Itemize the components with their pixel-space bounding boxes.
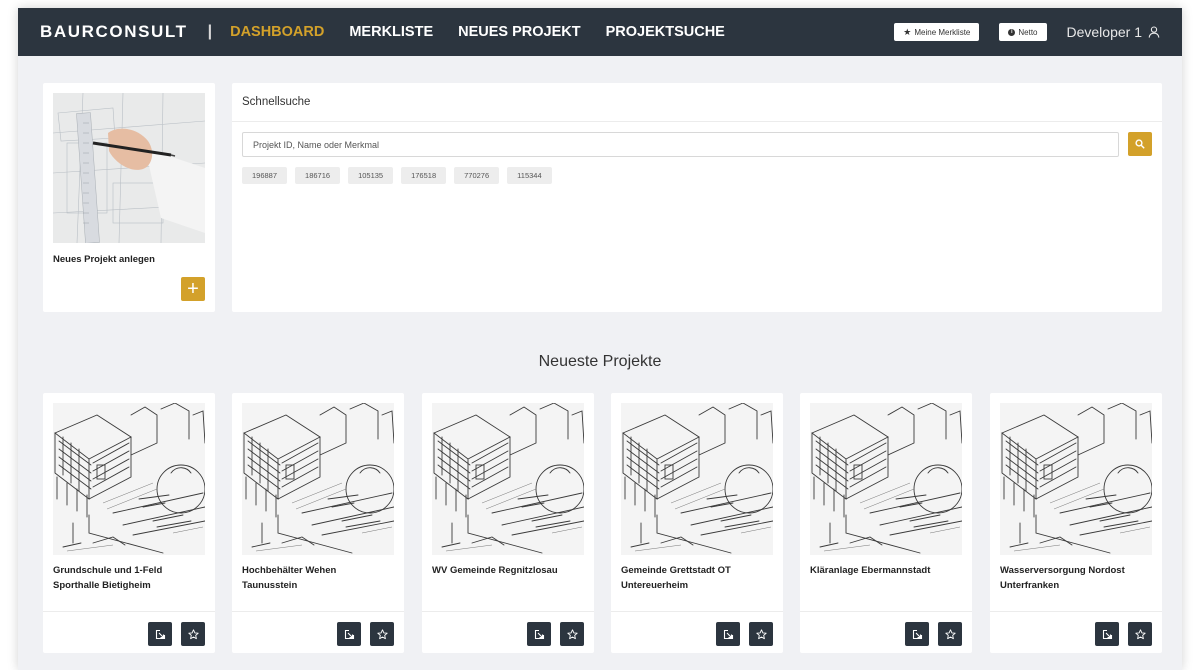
star-outline-icon bbox=[755, 628, 767, 639]
project-card-footer bbox=[800, 611, 972, 653]
new-project-label: Neues Projekt anlegen bbox=[53, 254, 155, 265]
project-image bbox=[621, 403, 773, 555]
project-card-footer bbox=[232, 611, 404, 653]
project-card[interactable]: Grundschule und 1-Feld Sporthalle Bietig… bbox=[43, 393, 215, 653]
open-external-icon bbox=[912, 629, 922, 639]
search-button[interactable] bbox=[1128, 132, 1152, 156]
nav-merkliste[interactable]: MERKLISTE bbox=[349, 24, 433, 40]
project-name[interactable]: Gemeinde Grettstadt OT Untereuerheim bbox=[621, 563, 773, 593]
recent-id-chip[interactable]: 186716 bbox=[295, 167, 341, 184]
nav-neues-projekt[interactable]: NEUES PROJEKT bbox=[458, 24, 580, 40]
user-icon bbox=[1148, 26, 1160, 38]
open-project-button[interactable] bbox=[1095, 622, 1119, 646]
project-card[interactable]: Hochbehälter Wehen Taunusstein bbox=[232, 393, 404, 653]
open-external-icon bbox=[155, 629, 165, 639]
project-image bbox=[432, 403, 584, 555]
favorite-project-button[interactable] bbox=[1128, 622, 1152, 646]
project-name[interactable]: Grundschule und 1-Feld Sporthalle Bietig… bbox=[53, 563, 205, 593]
project-name[interactable]: Kläranlage Ebermannstadt bbox=[810, 563, 962, 578]
star-outline-icon bbox=[944, 628, 956, 639]
open-project-button[interactable] bbox=[527, 622, 551, 646]
project-card[interactable]: Kläranlage Ebermannstadt bbox=[800, 393, 972, 653]
brand-separator: | bbox=[207, 23, 213, 40]
search-icon bbox=[1135, 139, 1145, 149]
project-name[interactable]: Hochbehälter Wehen Taunusstein bbox=[242, 563, 394, 593]
open-external-icon bbox=[723, 629, 733, 639]
recent-id-chip[interactable]: 115344 bbox=[507, 167, 552, 184]
nav-dashboard[interactable]: DASHBOARD bbox=[230, 24, 324, 40]
star-icon: ★ bbox=[903, 26, 912, 37]
star-outline-icon bbox=[376, 628, 388, 639]
netto-button[interactable]: i Netto bbox=[999, 23, 1047, 41]
project-card-footer bbox=[43, 611, 215, 653]
quick-search-input[interactable] bbox=[242, 132, 1119, 157]
top-navbar: BAURCONSULT | DASHBOARD MERKLISTE NEUES … bbox=[18, 8, 1182, 56]
star-outline-icon bbox=[187, 628, 199, 639]
project-card[interactable]: Gemeinde Grettstadt OT Untereuerheim bbox=[611, 393, 783, 653]
star-outline-icon bbox=[1134, 628, 1146, 639]
app-window: BAURCONSULT | DASHBOARD MERKLISTE NEUES … bbox=[18, 8, 1182, 670]
new-project-card: Neues Projekt anlegen + bbox=[43, 83, 215, 312]
star-outline-icon bbox=[566, 628, 578, 639]
favorite-project-button[interactable] bbox=[749, 622, 773, 646]
new-project-image bbox=[53, 93, 205, 243]
user-name: Developer 1 bbox=[1066, 24, 1143, 40]
project-card-footer bbox=[990, 611, 1162, 653]
recent-id-chip[interactable]: 176518 bbox=[401, 167, 447, 184]
project-image bbox=[242, 403, 394, 555]
nav-projektsuche[interactable]: PROJEKTSUCHE bbox=[606, 24, 725, 40]
project-card[interactable]: Wasserversorgung Nordost Unterfranken bbox=[990, 393, 1162, 653]
open-project-button[interactable] bbox=[337, 622, 361, 646]
project-name[interactable]: Wasserversorgung Nordost Unterfranken bbox=[1000, 563, 1152, 593]
project-image bbox=[53, 403, 205, 555]
open-project-button[interactable] bbox=[148, 622, 172, 646]
project-image bbox=[810, 403, 962, 555]
recent-id-chip[interactable]: 105135 bbox=[348, 167, 394, 184]
quick-search-card: Schnellsuche 196887 186716 105135 176518… bbox=[232, 83, 1162, 312]
info-icon: i bbox=[1008, 28, 1016, 36]
netto-label: Netto bbox=[1018, 27, 1038, 37]
open-project-button[interactable] bbox=[716, 622, 740, 646]
open-project-button[interactable] bbox=[905, 622, 929, 646]
favorite-project-button[interactable] bbox=[560, 622, 584, 646]
recent-id-chip[interactable]: 196887 bbox=[242, 167, 288, 184]
favorite-project-button[interactable] bbox=[370, 622, 394, 646]
quick-search-title: Schnellsuche bbox=[232, 83, 1162, 122]
brand-logo[interactable]: BAURCONSULT bbox=[40, 22, 188, 42]
recent-id-chip[interactable]: 770276 bbox=[454, 167, 500, 184]
add-project-button[interactable]: + bbox=[181, 277, 205, 301]
project-card-footer bbox=[611, 611, 783, 653]
open-external-icon bbox=[1102, 629, 1112, 639]
latest-projects-title: Neueste Projekte bbox=[538, 353, 662, 370]
user-menu[interactable]: Developer 1 bbox=[1067, 24, 1161, 40]
project-image bbox=[1000, 403, 1152, 555]
recent-project-ids: 196887 186716 105135 176518 770276 11534… bbox=[242, 167, 552, 184]
project-card[interactable]: WV Gemeinde Regnitzlosau bbox=[422, 393, 594, 653]
open-external-icon bbox=[344, 629, 354, 639]
project-name[interactable]: WV Gemeinde Regnitzlosau bbox=[432, 563, 584, 578]
open-external-icon bbox=[534, 629, 544, 639]
favorite-project-button[interactable] bbox=[938, 622, 962, 646]
project-card-footer bbox=[422, 611, 594, 653]
favorite-project-button[interactable] bbox=[181, 622, 205, 646]
meine-merkliste-label: Meine Merkliste bbox=[914, 27, 971, 37]
meine-merkliste-button[interactable]: ★ Meine Merkliste bbox=[894, 23, 980, 41]
